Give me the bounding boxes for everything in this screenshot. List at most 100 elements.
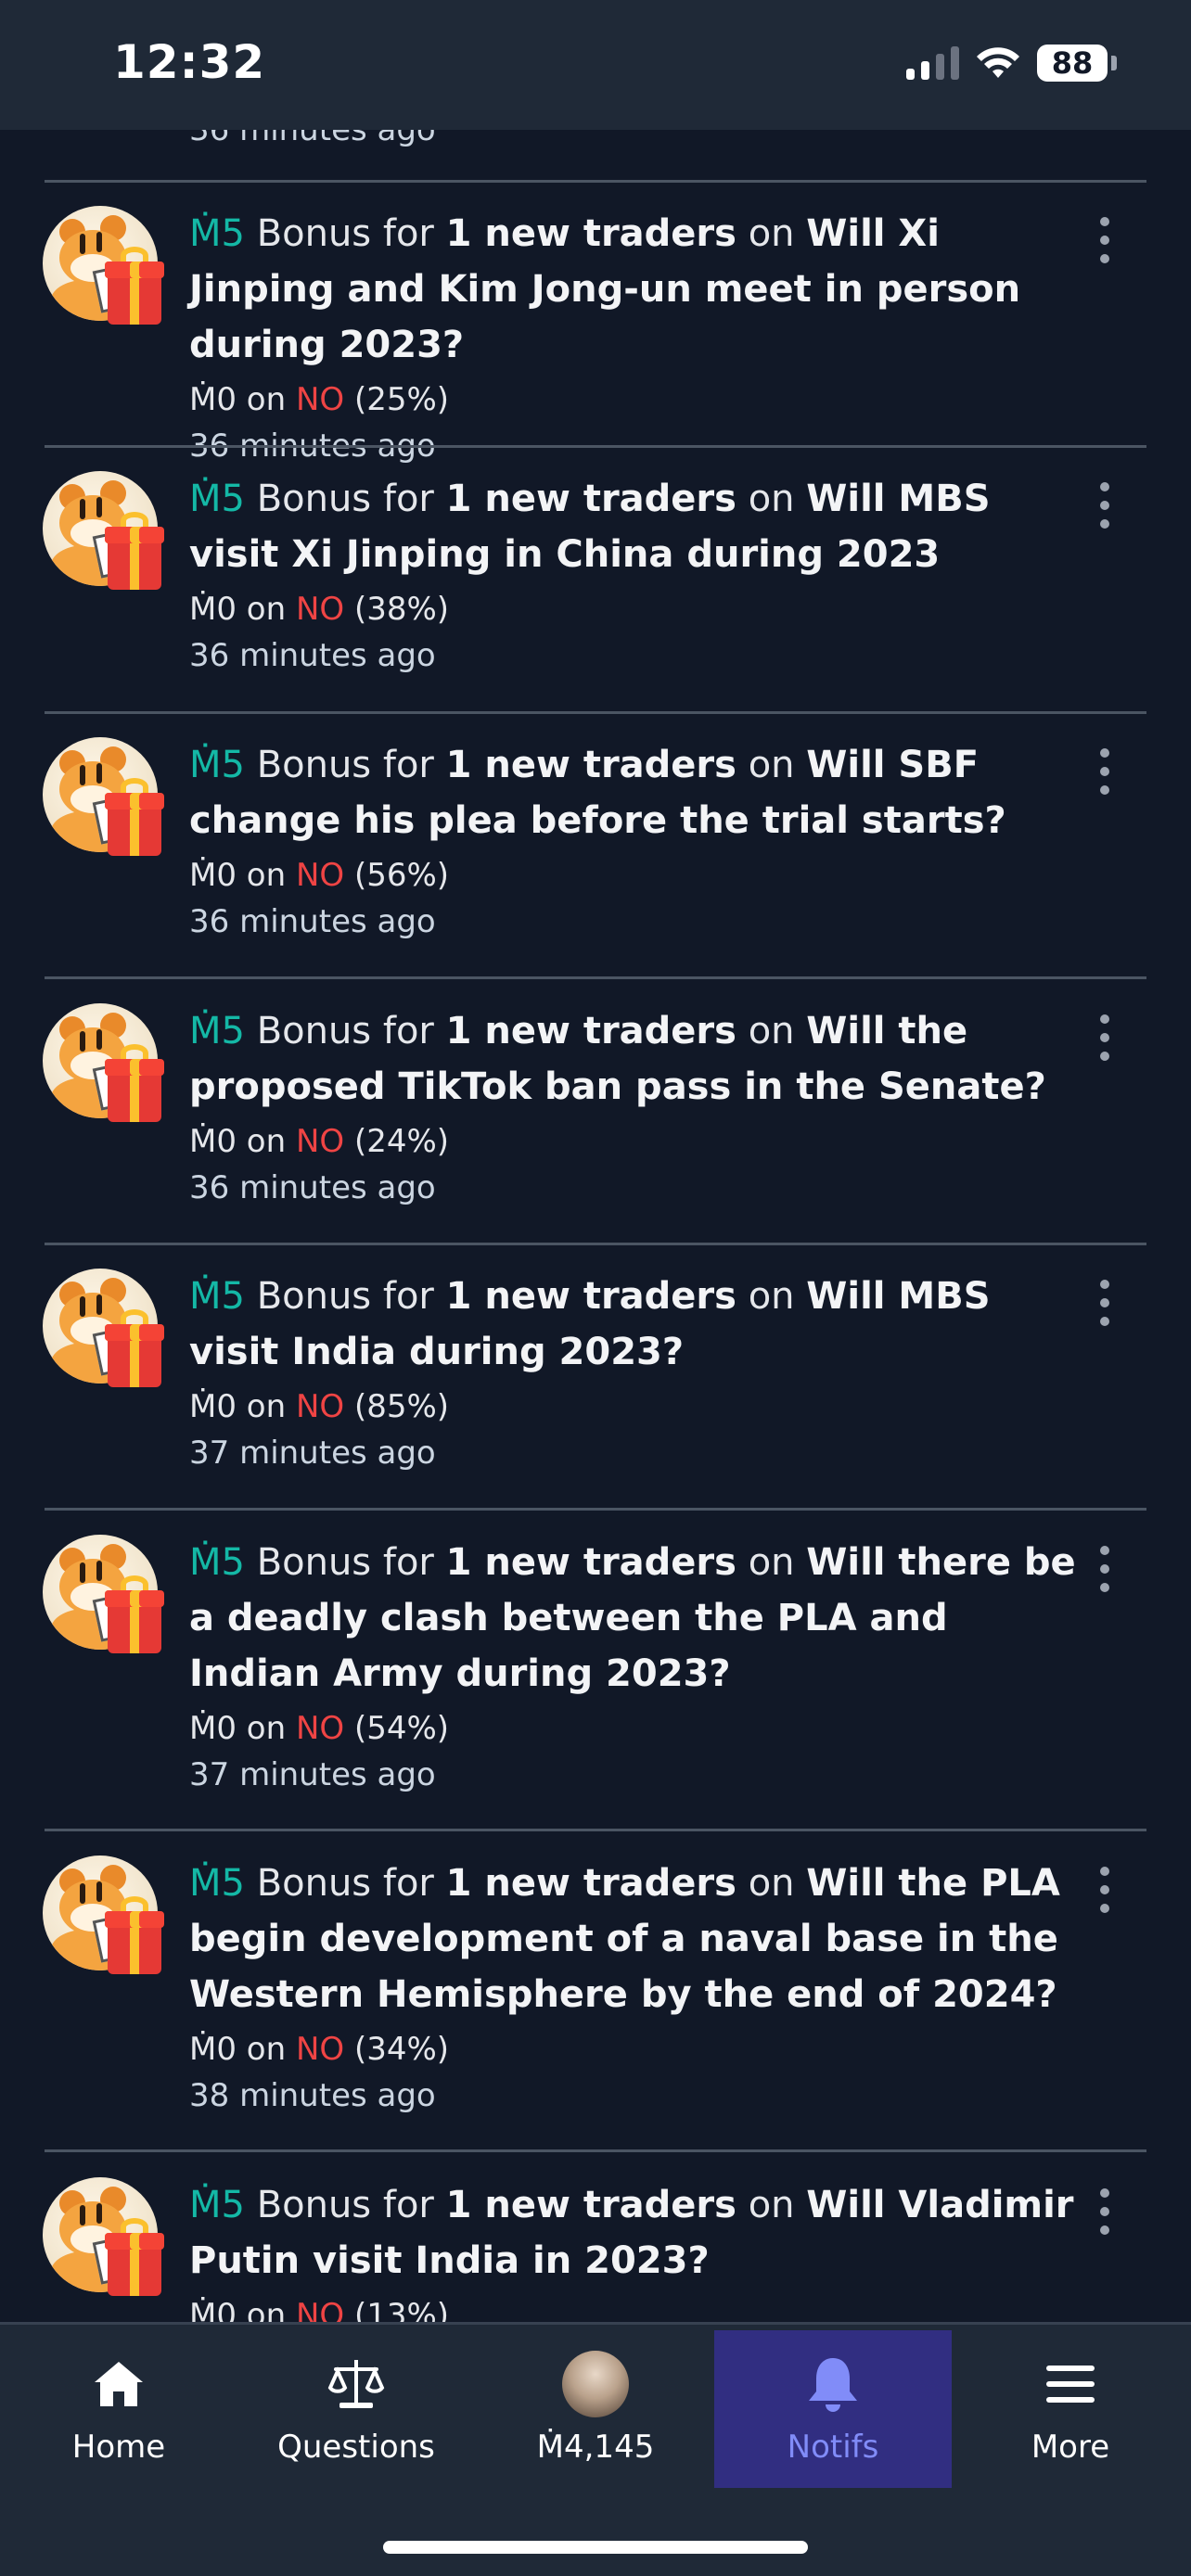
divider — [45, 1508, 1146, 1511]
bonus-amount: Ṁ5 — [189, 744, 245, 786]
notification-text: Ṁ5 Bonus for 1 new traders on Will MBS v… — [189, 1269, 1089, 1476]
nav-more-label: More — [1031, 2429, 1110, 2466]
notification-title[interactable]: Ṁ5 Bonus for 1 new traders on Will the p… — [189, 1003, 1089, 1115]
notification-title[interactable]: Ṁ5 Bonus for 1 new traders on Will there… — [189, 1535, 1089, 1702]
more-options-icon[interactable] — [1091, 482, 1119, 529]
nav-more[interactable]: More — [952, 2330, 1189, 2488]
traders-count: 1 new traders — [445, 478, 736, 520]
traders-count: 1 new traders — [445, 2184, 736, 2226]
traders-count: 1 new traders — [445, 1862, 736, 1905]
bonus-amount: Ṁ5 — [189, 478, 245, 520]
bet-on-label: on — [246, 1123, 287, 1160]
bonus-label: Bonus for — [256, 744, 434, 786]
nav-notifs-label: Notifs — [787, 2429, 879, 2466]
gift-icon — [105, 1575, 164, 1653]
notification-text: Ṁ5 Bonus for 1 new traders on Will Vladi… — [189, 2177, 1089, 2339]
gift-icon — [105, 1044, 164, 1122]
notification-title[interactable]: Ṁ5 Bonus for 1 new traders on Will SBF c… — [189, 737, 1089, 848]
on-label: on — [748, 478, 795, 520]
bet-amount: Ṁ0 — [189, 591, 237, 628]
notification-title[interactable]: Ṁ5 Bonus for 1 new traders on Will the P… — [189, 1855, 1089, 2022]
bet-on-label: on — [246, 591, 287, 628]
gift-icon — [105, 1896, 164, 1974]
notification-title[interactable]: Ṁ5 Bonus for 1 new traders on Will Xi Ji… — [189, 206, 1089, 373]
traders-count: 1 new traders — [445, 1541, 736, 1584]
bonus-label: Bonus for — [256, 1010, 434, 1052]
bet-line: Ṁ0 on NO (54%) — [189, 1705, 1089, 1752]
bet-amount: Ṁ0 — [189, 1123, 237, 1160]
gift-icon — [105, 1309, 164, 1387]
home-icon — [91, 2351, 147, 2417]
probability: (54%) — [353, 1710, 450, 1747]
bet-on-label: on — [246, 2031, 287, 2068]
more-options-icon[interactable] — [1091, 217, 1119, 263]
bet-amount: Ṁ0 — [189, 381, 237, 418]
divider — [45, 2149, 1146, 2152]
notification-time: 37 minutes ago — [189, 1435, 436, 1472]
on-label: on — [748, 212, 795, 255]
bonus-amount: Ṁ5 — [189, 1862, 245, 1905]
outcome-label: NO — [295, 381, 345, 418]
outcome-label: NO — [295, 857, 345, 894]
battery-tip — [1111, 56, 1117, 70]
nav-notifs[interactable]: Notifs — [714, 2330, 952, 2488]
on-label: on — [748, 1862, 795, 1905]
probability: (24%) — [353, 1123, 450, 1160]
nav-balance-label: Ṁ4,145 — [536, 2429, 655, 2466]
gift-icon — [105, 512, 164, 590]
bet-amount: Ṁ0 — [189, 2031, 237, 2068]
bet-on-label: on — [246, 1710, 287, 1747]
notification-time: 36 minutes ago — [189, 637, 436, 674]
more-options-icon[interactable] — [1091, 2188, 1119, 2235]
bet-on-label: on — [246, 857, 287, 894]
bet-amount: Ṁ0 — [189, 857, 237, 894]
nav-balance[interactable]: Ṁ4,145 — [477, 2330, 714, 2488]
more-options-icon[interactable] — [1091, 1014, 1119, 1061]
bet-amount: Ṁ0 — [189, 1710, 237, 1747]
divider — [45, 1243, 1146, 1245]
traders-count: 1 new traders — [445, 212, 736, 255]
bet-amount: Ṁ0 — [189, 1388, 237, 1425]
notification-title[interactable]: Ṁ5 Bonus for 1 new traders on Will MBS v… — [189, 1269, 1089, 1380]
bonus-amount: Ṁ5 — [189, 1541, 245, 1584]
bonus-amount: Ṁ5 — [189, 1010, 245, 1052]
outcome-label: NO — [295, 591, 345, 628]
divider — [45, 1829, 1146, 1831]
divider — [45, 711, 1146, 714]
battery-icon: 88 — [1037, 45, 1108, 82]
gift-icon — [105, 247, 164, 325]
bottom-nav: Home Questions Ṁ4,145 Notifs More — [0, 2322, 1191, 2576]
probability: (56%) — [353, 857, 450, 894]
nav-home-label: Home — [71, 2429, 166, 2466]
notification-title[interactable]: Ṁ5 Bonus for 1 new traders on Will Vladi… — [189, 2177, 1089, 2289]
bonus-label: Bonus for — [256, 1541, 434, 1584]
traders-count: 1 new traders — [445, 1275, 736, 1318]
more-options-icon[interactable] — [1091, 1280, 1119, 1326]
status-time: 12:32 — [113, 35, 266, 89]
bonus-label: Bonus for — [256, 478, 434, 520]
nav-questions[interactable]: Questions — [237, 2330, 475, 2488]
outcome-label: NO — [295, 1123, 345, 1160]
bet-on-label: on — [246, 1388, 287, 1425]
notification-text: Ṁ5 Bonus for 1 new traders on Will MBS v… — [189, 471, 1089, 679]
cellular-signal-icon — [906, 46, 959, 80]
more-options-icon[interactable] — [1091, 1546, 1119, 1592]
bet-line: Ṁ0 on NO (56%) — [189, 852, 1089, 899]
bet-line: Ṁ0 on NO (38%) — [189, 586, 1089, 632]
more-options-icon[interactable] — [1091, 1867, 1119, 1913]
outcome-label: NO — [295, 1388, 345, 1425]
traders-count: 1 new traders — [445, 744, 736, 786]
notification-title[interactable]: Ṁ5 Bonus for 1 new traders on Will MBS v… — [189, 471, 1089, 582]
bonus-amount: Ṁ5 — [189, 2184, 245, 2226]
on-label: on — [748, 1010, 795, 1052]
bonus-label: Bonus for — [256, 1862, 434, 1905]
notification-time: 37 minutes ago — [189, 1756, 436, 1793]
notification-text: Ṁ5 Bonus for 1 new traders on Will Xi Ji… — [189, 206, 1089, 469]
bell-icon — [805, 2351, 861, 2417]
notification-time: 36 minutes ago — [189, 1169, 436, 1206]
more-options-icon[interactable] — [1091, 748, 1119, 795]
bonus-label: Bonus for — [256, 1275, 434, 1318]
bet-line: Ṁ0 on NO (25%) — [189, 376, 1089, 423]
home-indicator[interactable] — [383, 2541, 808, 2554]
nav-home[interactable]: Home — [0, 2330, 237, 2488]
